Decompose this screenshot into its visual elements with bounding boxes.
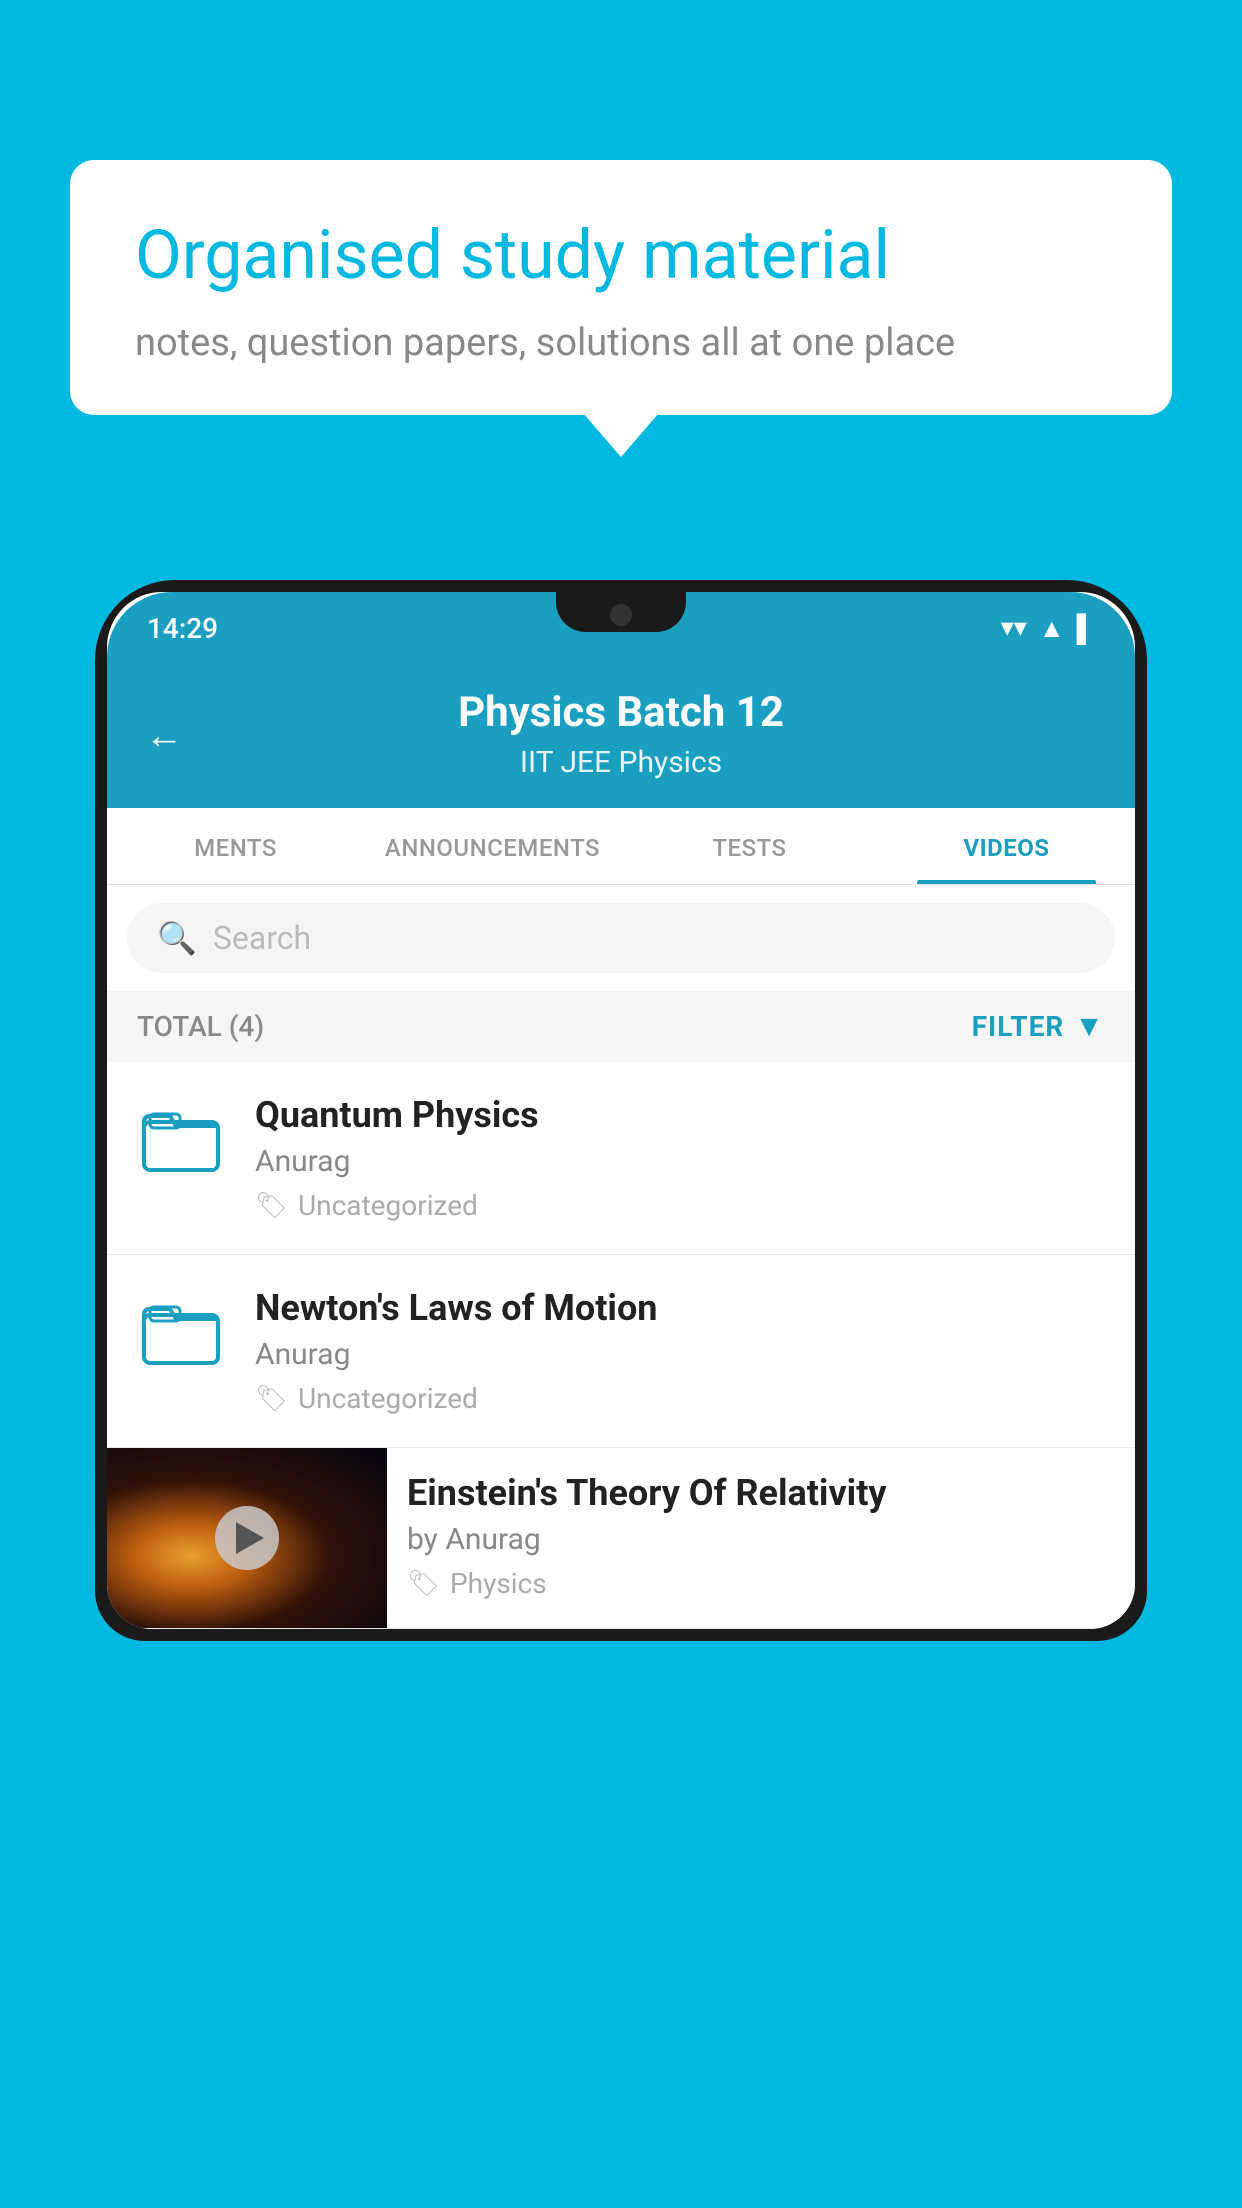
tag-icon: 🏷 xyxy=(255,1384,288,1414)
bubble-subtitle: notes, question papers, solutions all at… xyxy=(135,321,1107,365)
list-item[interactable]: Quantum Physics Anurag 🏷 Uncategorized xyxy=(107,1062,1135,1255)
list-item-thumb[interactable]: Einstein's Theory Of Relativity by Anura… xyxy=(107,1448,1135,1629)
item-author: Anurag xyxy=(255,1337,1105,1372)
search-input[interactable]: Search xyxy=(213,919,311,957)
play-icon xyxy=(236,1522,264,1554)
video-thumbnail xyxy=(107,1448,387,1628)
phone-screen: 14:29 ▾▾ ▲ ▌ ← Physics Batch 12 IIT JEE … xyxy=(107,592,1135,1629)
item-tag: 🏷 Uncategorized xyxy=(255,1382,1105,1415)
item-title: Newton's Laws of Motion xyxy=(255,1287,1105,1329)
list-item[interactable]: Newton's Laws of Motion Anurag 🏷 Uncateg… xyxy=(107,1255,1135,1448)
item-title: Quantum Physics xyxy=(255,1094,1105,1136)
folder-icon xyxy=(142,1297,222,1367)
item-content: Quantum Physics Anurag 🏷 Uncategorized xyxy=(255,1094,1105,1222)
search-container: 🔍 Search xyxy=(107,885,1135,991)
tab-bar: MENTS ANNOUNCEMENTS TESTS VIDEOS xyxy=(107,808,1135,885)
play-button[interactable] xyxy=(215,1506,279,1570)
item-author: by Anurag xyxy=(407,1522,1115,1557)
tag-label: Uncategorized xyxy=(298,1382,478,1415)
speech-bubble: Organised study material notes, question… xyxy=(70,160,1172,415)
battery-icon: ▌ xyxy=(1077,613,1095,644)
bubble-title: Organised study material xyxy=(135,215,1107,297)
search-icon: 🔍 xyxy=(157,919,197,957)
filter-button[interactable]: FILTER ▼ xyxy=(972,1009,1105,1044)
item-content: Einstein's Theory Of Relativity by Anura… xyxy=(387,1448,1135,1624)
camera-dot xyxy=(610,604,632,626)
back-button[interactable]: ← xyxy=(145,714,183,758)
tab-videos[interactable]: VIDEOS xyxy=(878,808,1135,884)
item-author: Anurag xyxy=(255,1144,1105,1179)
header-title: Physics Batch 12 xyxy=(147,688,1095,737)
status-time: 14:29 xyxy=(147,612,218,645)
filter-icon: ▼ xyxy=(1074,1009,1105,1044)
item-icon-wrap xyxy=(137,1287,227,1377)
tab-announcements[interactable]: ANNOUNCEMENTS xyxy=(364,808,621,884)
phone-mockup: 14:29 ▾▾ ▲ ▌ ← Physics Batch 12 IIT JEE … xyxy=(95,580,1147,2208)
item-tag: 🏷 Physics xyxy=(407,1567,1115,1600)
status-icons: ▾▾ ▲ ▌ xyxy=(1001,613,1095,644)
search-bar[interactable]: 🔍 Search xyxy=(127,903,1115,973)
filter-label: FILTER xyxy=(972,1010,1065,1043)
phone-outer: 14:29 ▾▾ ▲ ▌ ← Physics Batch 12 IIT JEE … xyxy=(95,580,1147,1641)
item-icon-wrap xyxy=(137,1094,227,1184)
item-tag: 🏷 Uncategorized xyxy=(255,1189,1105,1222)
filter-row: TOTAL (4) FILTER ▼ xyxy=(107,991,1135,1062)
video-list: Quantum Physics Anurag 🏷 Uncategorized xyxy=(107,1062,1135,1629)
tag-icon: 🏷 xyxy=(407,1569,440,1599)
header-tags: IIT JEE Physics xyxy=(147,745,1095,780)
phone-notch xyxy=(556,592,686,632)
item-content: Newton's Laws of Motion Anurag 🏷 Uncateg… xyxy=(255,1287,1105,1415)
tab-tests[interactable]: TESTS xyxy=(621,808,878,884)
tag-icon: 🏷 xyxy=(255,1191,288,1221)
status-bar: 14:29 ▾▾ ▲ ▌ xyxy=(107,592,1135,664)
tag-label: Uncategorized xyxy=(298,1189,478,1222)
app-header: ← Physics Batch 12 IIT JEE Physics xyxy=(107,664,1135,808)
tab-ments[interactable]: MENTS xyxy=(107,808,364,884)
signal-icon: ▲ xyxy=(1039,613,1065,644)
tag-label: Physics xyxy=(450,1567,547,1600)
wifi-icon: ▾▾ xyxy=(1001,613,1027,643)
total-count: TOTAL (4) xyxy=(137,1010,264,1043)
folder-icon xyxy=(142,1104,222,1174)
item-title: Einstein's Theory Of Relativity xyxy=(407,1472,1115,1514)
